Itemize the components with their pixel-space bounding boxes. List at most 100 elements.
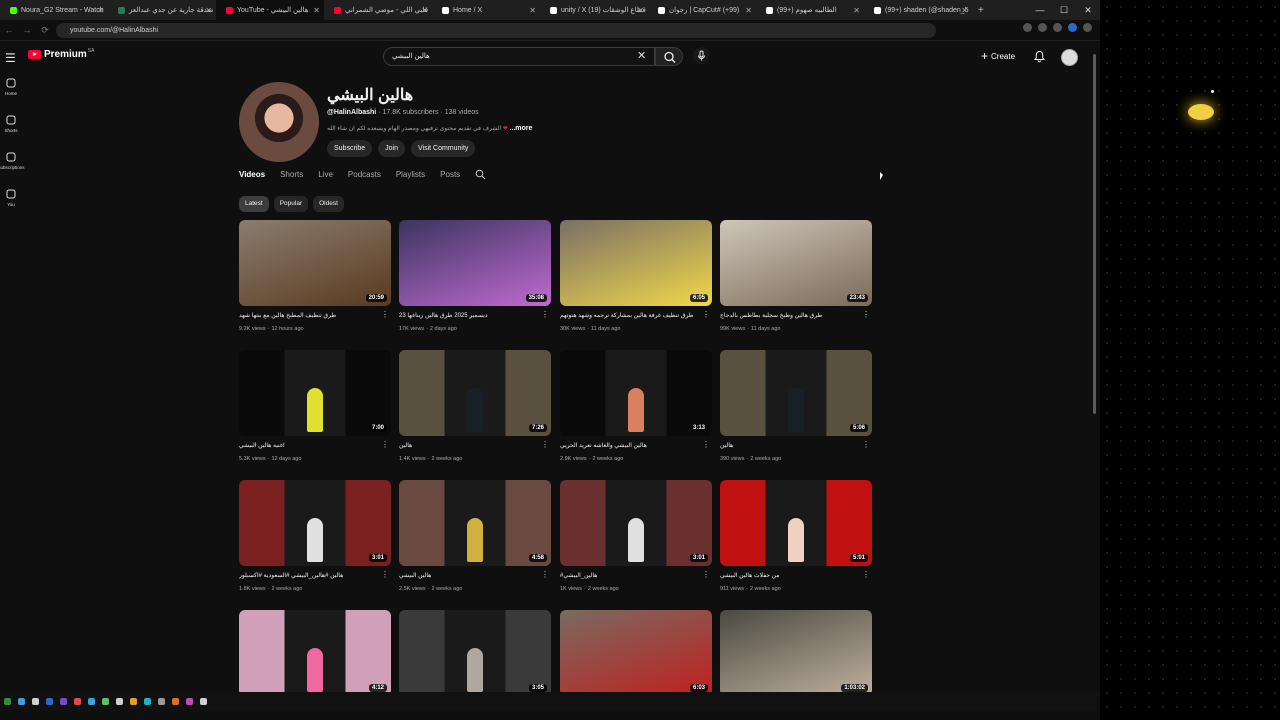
hamburger-menu-icon[interactable]: ☰ [5,51,16,65]
browser-tab[interactable]: الطالبيه صهوم (+99) ✕ [756,0,864,20]
video-menu-icon[interactable]: ⋮ [541,571,549,579]
cast-icon[interactable] [1023,23,1032,32]
video-title[interactable]: من حفلات هالين البيشي [720,572,860,579]
video-card[interactable]: 7:00 اغنيه هالين البيشي 5.3K views · 12 days… [239,350,391,462]
minimize-button[interactable]: — [1028,5,1052,15]
browser-tab[interactable]: قلبي اللي - موضي الشمراني ✕ [324,0,432,20]
video-card[interactable]: 6:05 طرق تنظيف غرفة هالين بمشاركة ترجمه و… [560,220,712,332]
tab-close-icon[interactable]: ✕ [745,6,752,15]
video-title[interactable]: طرق تنظيف المطبخ هالين مع بنتها شهد [239,312,379,319]
video-card[interactable]: 3:13 هالين البيشي والعاشه تعريد الحريي 2.9… [560,350,712,462]
url-field[interactable]: youtube.com/@HalinAlbashi [56,23,936,38]
video-title[interactable]: اغنيه هالين البيشي [239,442,379,449]
tab-close-icon[interactable]: ✕ [961,6,968,15]
video-title[interactable]: هالين #هالين_البيشي #السعودية #اكسبلور [239,572,379,579]
video-card[interactable]: 7:26 هالين 1.4K views · 2 weeks ago ⋮ [399,350,551,462]
create-button[interactable]: + Create [981,49,1015,63]
video-menu-icon[interactable]: ⋮ [381,441,389,449]
maximize-button[interactable]: ☐ [1052,5,1076,16]
browser-tab[interactable]: unity / X (19) قطاع الوشقات ✕ [540,0,648,20]
channel-avatar[interactable] [239,82,319,162]
menu-dots-icon[interactable] [1083,23,1092,32]
video-title[interactable]: هالين البيشي [399,572,539,579]
tab-close-icon[interactable]: ✕ [313,6,320,15]
search-button[interactable] [655,47,683,66]
video-title[interactable]: ديسمبر 2025 طرق هالين ريناغها 23 [399,312,539,319]
youtube-premium-logo[interactable]: Premium SA [28,48,94,60]
video-menu-icon[interactable]: ⋮ [862,311,870,319]
tab-videos[interactable]: Videos [239,170,265,180]
guide-item-home[interactable]: Home [0,74,22,111]
taskbar-app-icon[interactable] [74,697,81,705]
forward-button[interactable]: → [18,25,36,35]
taskbar-app-icon[interactable] [144,697,151,705]
video-menu-icon[interactable]: ⋮ [702,441,710,449]
video-menu-icon[interactable]: ⋮ [862,441,870,449]
taskbar-app-icon[interactable] [172,697,179,705]
video-title[interactable]: هالين [720,442,860,449]
video-thumbnail[interactable]: 35:08 [399,220,551,306]
reload-button[interactable]: ⟳ [36,25,54,36]
video-card[interactable]: 4:12 [239,610,391,696]
video-menu-icon[interactable]: ⋮ [702,311,710,319]
subscribe-button[interactable]: Subscribe [327,140,373,157]
video-thumbnail[interactable]: 3:13 [560,350,712,436]
video-menu-icon[interactable]: ⋮ [862,571,870,579]
video-card[interactable]: 5:06 هالين 390 views · 2 weeks ago ⋮ [720,350,872,462]
guide-item-shorts[interactable]: Shorts [0,111,22,148]
video-menu-icon[interactable]: ⋮ [541,311,549,319]
video-card[interactable]: 20:59 طرق تنظيف المطبخ هالين مع بنتها شهد… [239,220,391,332]
join-button[interactable]: Join [378,140,405,157]
taskbar-app-icon[interactable] [18,697,25,705]
taskbar-app-icon[interactable] [186,697,193,705]
tab-close-icon[interactable]: ✕ [97,6,104,15]
video-thumbnail[interactable]: 6:03 [560,610,712,696]
extension-icon[interactable] [1053,23,1062,32]
notifications-bell-icon[interactable] [1033,50,1046,63]
tab-close-icon[interactable]: ✕ [205,6,212,15]
tab-posts[interactable]: Posts [440,170,460,180]
browser-tab[interactable]: YouTube - هالين البيشي ✕ [216,0,324,20]
video-card[interactable]: 3:05 [399,610,551,696]
video-title[interactable]: طرق هالين وطبخ سجلية بطاطس بالدجاج [720,312,860,319]
browser-tab[interactable]: Noura_G2 Stream - Watch ✕ [0,0,108,20]
taskbar-app-icon[interactable] [200,697,207,705]
video-menu-icon[interactable]: ⋮ [381,571,389,579]
video-thumbnail[interactable]: 3:01 [239,480,391,566]
video-thumbnail[interactable]: 5:06 [720,350,872,436]
tab-playlists[interactable]: Playlists [396,170,425,180]
tab-close-icon[interactable]: ✕ [637,6,644,15]
new-tab-button[interactable]: + [972,5,990,16]
more-link[interactable]: ...more [509,125,532,132]
video-card[interactable]: 35:08 ديسمبر 2025 طرق هالين ريناغها 23 17K… [399,220,551,332]
tab-close-icon[interactable]: ✕ [529,6,536,15]
tab-podcasts[interactable]: Podcasts [348,170,381,180]
close-window-button[interactable]: ✕ [1076,5,1100,16]
video-card[interactable]: 6:03 [560,610,712,696]
video-title[interactable]: هالين_البيشي# [560,572,700,579]
bookmark-star-icon[interactable] [1038,23,1047,32]
voice-search-button[interactable] [693,47,710,64]
page-scrollbar[interactable] [1092,48,1098,692]
taskbar-app-icon[interactable] [116,697,123,705]
browser-tab[interactable]: صدقة جارية عن جدي عبدالعز ✕ [108,0,216,20]
video-thumbnail[interactable]: 4:58 [399,480,551,566]
search-input[interactable]: هالين البيشي [383,47,655,66]
taskbar-app-icon[interactable] [4,697,11,705]
channel-description[interactable]: الشرف في تقديم محتوى ترفيهي ومصدر الهام … [327,125,532,132]
chip-oldest[interactable]: Oldest [313,196,344,212]
taskbar-app-icon[interactable] [32,697,39,705]
video-card[interactable]: 23:43 طرق هالين وطبخ سجلية بطاطس بالدجاج 9… [720,220,872,332]
video-menu-icon[interactable]: ⋮ [541,441,549,449]
video-title[interactable]: هالين [399,442,539,449]
video-card[interactable]: 5:01 من حفلات هالين البيشي 911 views · 2 wee… [720,480,872,592]
taskbar-app-icon[interactable] [158,697,165,705]
profile-icon[interactable] [1068,23,1077,32]
tab-shorts[interactable]: Shorts [280,170,303,180]
account-avatar[interactable] [1061,49,1078,66]
video-menu-icon[interactable]: ⋮ [381,311,389,319]
video-title[interactable]: طرق تنظيف غرفة هالين بمشاركة ترجمه وشهد … [560,312,700,319]
video-thumbnail[interactable]: 6:05 [560,220,712,306]
video-thumbnail[interactable]: 7:26 [399,350,551,436]
video-card[interactable]: 3:01 هالين #هالين_البيشي #السعودية #اكسبل… [239,480,391,592]
